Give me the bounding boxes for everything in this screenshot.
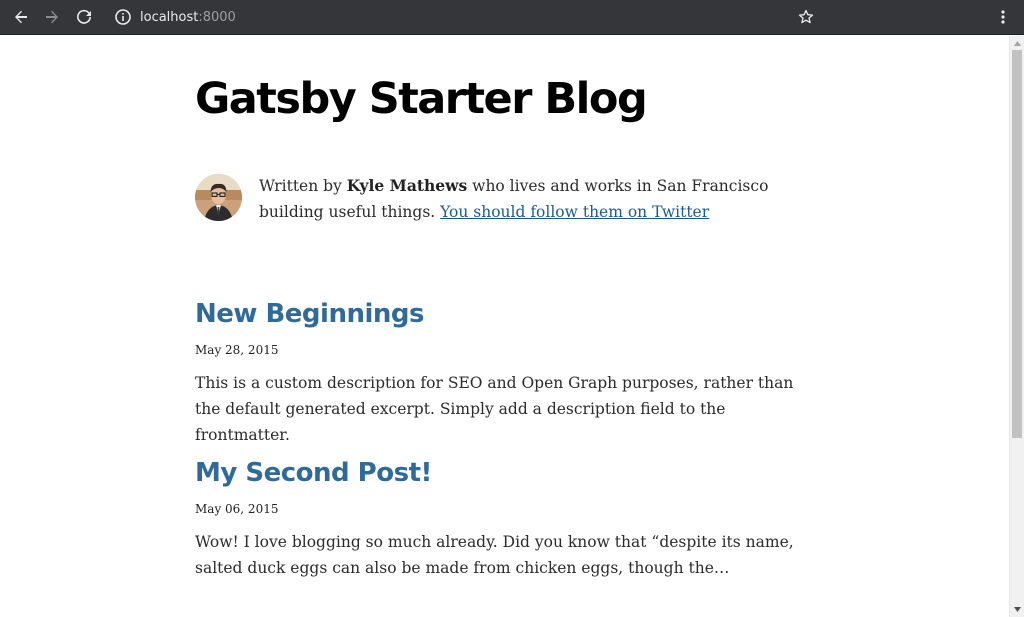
star-icon — [798, 9, 814, 24]
twitter-link[interactable]: You should follow them on Twitter — [440, 203, 709, 221]
bookmark-button[interactable] — [793, 4, 819, 30]
page-viewport: Gatsby Starter Blog Written by Kyle Math… — [0, 36, 1024, 617]
back-button[interactable] — [8, 4, 34, 30]
post-item: New Beginnings May 28, 2015 This is a cu… — [195, 299, 825, 448]
scrollbar-thumb[interactable] — [1012, 50, 1022, 438]
post-excerpt: Wow! I love blogging so much already. Di… — [195, 533, 794, 577]
post-title: New Beginnings — [195, 299, 825, 329]
bio-text: Written by Kyle Mathews who lives and wo… — [259, 173, 825, 225]
arrow-left-icon — [15, 10, 27, 24]
post-excerpt: This is a custom description for SEO and… — [195, 374, 794, 444]
post-item: My Second Post! May 06, 2015 Wow! I love… — [195, 458, 825, 581]
forward-button[interactable] — [39, 4, 65, 30]
browser-menu-button[interactable] — [990, 4, 1016, 30]
reload-icon — [77, 9, 91, 24]
vertical-scrollbar[interactable] — [1009, 36, 1024, 617]
post-title-link[interactable]: New Beginnings — [195, 299, 424, 329]
bio-prefix: Written by — [259, 177, 347, 195]
post-title: My Second Post! — [195, 458, 825, 488]
browser-toolbar: localhost:8000 — [0, 0, 1024, 35]
arrow-right-icon — [46, 10, 58, 24]
avatar — [195, 174, 242, 221]
scroll-up-arrow-icon[interactable] — [1013, 39, 1022, 48]
scroll-down-arrow-icon[interactable] — [1013, 605, 1022, 614]
author-name: Kyle Mathews — [346, 176, 468, 195]
post-title-link[interactable]: My Second Post! — [195, 458, 432, 488]
post-date: May 28, 2015 — [195, 343, 279, 357]
address-bar[interactable]: localhost:8000 — [110, 4, 830, 30]
reload-button[interactable] — [71, 4, 97, 30]
url-text: localhost:8000 — [140, 9, 236, 25]
bio: Written by Kyle Mathews who lives and wo… — [195, 174, 825, 225]
info-icon[interactable] — [114, 8, 132, 26]
post-date: May 06, 2015 — [195, 502, 279, 516]
kebab-menu-icon — [1001, 10, 1005, 24]
site-title[interactable]: Gatsby Starter Blog — [195, 74, 648, 124]
